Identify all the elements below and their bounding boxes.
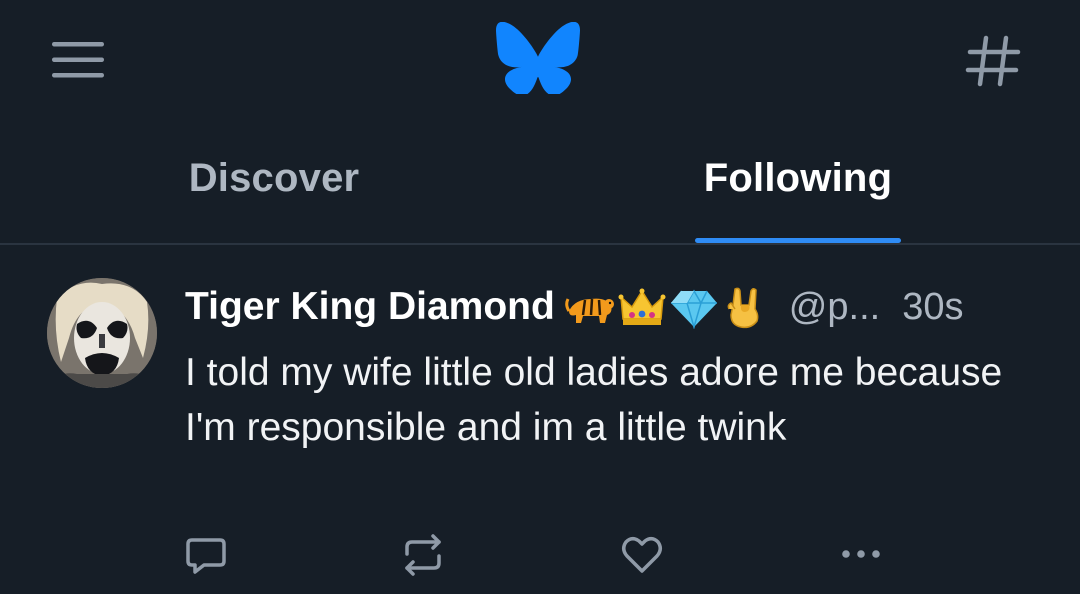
post-actions [0,530,1080,590]
post-timestamp: 30s [902,285,964,328]
hash-icon[interactable] [964,34,1024,88]
active-tab-indicator [695,238,901,243]
rock-on-hand-emoji [721,285,771,329]
tiger-emoji [565,285,615,329]
more-dots-icon[interactable] [836,530,886,580]
comment-icon[interactable] [181,530,231,580]
post-text: I told my wife little old ladies adore m… [185,351,1003,449]
tab-discover[interactable]: Discover [4,120,544,243]
author-emojis [565,285,771,330]
feed-tabs: Discover Following [0,120,1080,245]
top-bar [0,0,1080,120]
hamburger-menu-icon[interactable] [50,38,106,82]
post-header: Tiger King Diamond @p... 30s [185,281,1055,333]
author-handle[interactable]: @p... [789,286,880,329]
crown-emoji [617,285,667,329]
author-name[interactable]: Tiger King Diamond [185,285,555,329]
tab-following-label: Following [703,156,893,200]
tab-following[interactable]: Following [528,120,1068,243]
tab-discover-label: Discover [188,156,360,200]
feed-post[interactable]: Tiger King Diamond @p... 30s I told my w… [0,245,1080,594]
heart-icon[interactable] [617,530,667,580]
bluesky-butterfly-icon[interactable] [496,21,580,96]
repost-icon[interactable] [398,530,448,580]
gem-emoji [669,285,719,330]
bluesky-app: Discover Following Tiger King Diamond @p… [0,0,1080,594]
avatar[interactable] [47,278,157,388]
